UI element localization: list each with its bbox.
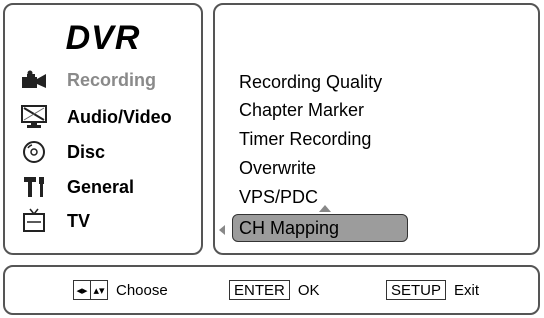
sidebar-item-label: Recording <box>67 69 157 90</box>
left-right-arrow-icon: ◂▸ <box>76 284 88 297</box>
footer-hint-bar: ◂▸ ▴▾ Choose ENTER OK SETUP Exit <box>3 265 540 315</box>
navigation-keys-icon: ◂▸ ▴▾ <box>73 280 108 300</box>
submenu-item-chapter-marker[interactable]: Chapter Marker <box>239 99 364 121</box>
submenu-panel: Recording Quality Chapter Marker Timer R… <box>213 3 540 255</box>
camera-icon <box>21 67 47 93</box>
monitor-icon <box>21 104 47 130</box>
sidebar-item-label: Audio/Video <box>67 106 172 127</box>
up-down-arrow-icon: ▴▾ <box>90 281 107 299</box>
disc-icon <box>21 139 47 165</box>
sidebar-item-audio-video[interactable]: Audio/Video <box>21 101 201 133</box>
tools-icon <box>21 174 47 200</box>
ok-hint: ENTER OK <box>229 280 320 300</box>
scroll-up-arrow-icon[interactable] <box>319 205 331 212</box>
sidebar-item-disc[interactable]: Disc <box>21 136 201 168</box>
menu-title: DVR <box>65 19 141 57</box>
sidebar-item-label: General <box>67 176 135 197</box>
sidebar-item-recording[interactable]: Recording <box>21 64 201 96</box>
sidebar-item-label: Disc <box>67 141 106 162</box>
exit-label: Exit <box>454 281 480 299</box>
choose-label: Choose <box>116 281 168 299</box>
exit-hint: SETUP Exit <box>386 280 479 300</box>
choose-hint: ◂▸ ▴▾ Choose <box>73 280 168 300</box>
sidebar-item-general[interactable]: General <box>21 171 201 203</box>
submenu-item-ch-mapping[interactable]: CH Mapping <box>232 214 408 242</box>
submenu-item-recording-quality[interactable]: Recording Quality <box>239 71 382 93</box>
submenu-item-timer-recording[interactable]: Timer Recording <box>239 128 371 150</box>
back-arrow-icon[interactable] <box>219 225 225 235</box>
enter-key: ENTER <box>229 280 290 300</box>
tv-icon <box>21 208 47 234</box>
ok-label: OK <box>297 281 320 299</box>
main-menu-panel: DVR Recording Audio/Video Disc General T… <box>3 3 203 255</box>
sidebar-item-tv[interactable]: TV <box>21 205 201 237</box>
submenu-item-vps-pdc[interactable]: VPS/PDC <box>239 186 318 208</box>
submenu-item-overwrite[interactable]: Overwrite <box>239 157 316 179</box>
sidebar-item-label: TV <box>67 210 91 231</box>
setup-key: SETUP <box>386 280 447 300</box>
